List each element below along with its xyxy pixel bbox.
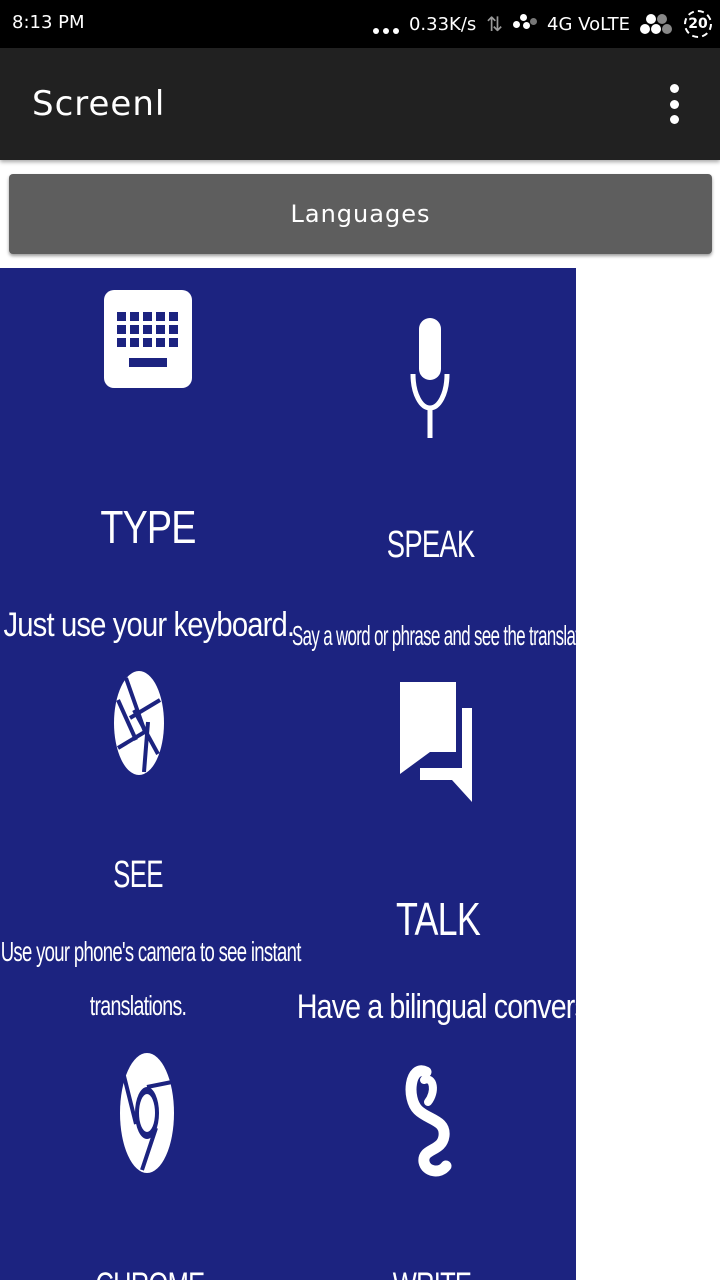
talk-description: Have a bilingual conversation. — [296, 988, 576, 1026]
data-transfer-icon: ⇅ — [486, 12, 503, 36]
chrome-icon — [120, 1053, 174, 1173]
chat-bubbles-icon — [400, 682, 472, 802]
type-description: Just use your keyboard. — [3, 606, 296, 644]
languages-button[interactable]: Languages — [9, 174, 712, 254]
handwriting-icon — [405, 1065, 452, 1177]
app-title: Screenl — [32, 84, 166, 124]
network-type: 4G VoLTE — [547, 13, 630, 35]
overflow-menu-icon[interactable] — [658, 84, 690, 124]
camera-shutter-icon — [114, 671, 164, 775]
see-description-line2: translations. — [89, 990, 187, 1021]
signal-strength-icon — [640, 13, 674, 35]
network-speed: 0.33K/s — [408, 13, 477, 35]
battery-level: 20 — [688, 16, 708, 32]
chrome-title: CHROME — [96, 1266, 206, 1280]
talk-title: TALK — [396, 893, 481, 945]
app-bar: Screenl — [0, 48, 720, 160]
feature-panel: TYPE Just use your keyboard. SPEAK Say a… — [0, 268, 576, 1280]
battery-icon: 20 — [684, 10, 712, 38]
type-title: TYPE — [100, 501, 196, 553]
more-notifications-icon — [372, 14, 399, 34]
see-title: SEE — [113, 854, 163, 896]
speak-title: SPEAK — [386, 524, 475, 566]
microphone-icon — [410, 318, 450, 438]
keyboard-icon — [104, 290, 192, 388]
see-description-line1: Use your phone's camera to see instant — [0, 936, 302, 967]
status-time: 8:13 PM — [12, 12, 85, 33]
write-title: WRITE — [387, 1266, 477, 1280]
signal-icon — [511, 14, 538, 34]
status-icons: 0.33K/s ⇅ 4G VoLTE 20 — [372, 8, 712, 40]
speak-description: Say a word or phrase and see the transla… — [292, 620, 576, 651]
status-bar: 8:13 PM 0.33K/s ⇅ 4G VoLTE 20 — [0, 0, 720, 48]
